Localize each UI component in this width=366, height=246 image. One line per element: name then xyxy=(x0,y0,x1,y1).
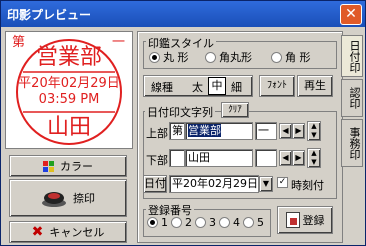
stamp-preview: 第 一 営業部 平20年02月29日 03:59 PM 山田 xyxy=(5,31,133,149)
reg-1-radio[interactable]: 1 xyxy=(147,216,168,229)
time-checkbox[interactable]: ✓ xyxy=(277,177,288,188)
reg-2-radio[interactable]: 2 xyxy=(171,216,192,229)
font-button[interactable]: ﾌｫﾝﾄ xyxy=(259,75,295,97)
stamp-button[interactable]: 捺印 xyxy=(9,179,127,217)
upper-text-field[interactable]: 営業部 xyxy=(185,122,253,140)
stamp-bottom-text: 山田 xyxy=(47,115,91,140)
radio-dot xyxy=(243,217,254,228)
radio-dot xyxy=(149,51,160,63)
stamp-time: 03:59 PM xyxy=(39,92,100,107)
cancel-button-label: キャンセル xyxy=(49,226,105,239)
stamp-top-text: 営業部 xyxy=(36,45,102,70)
stamp-image: 第 一 営業部 平20年02月29日 03:59 PM 山田 xyxy=(12,35,125,145)
stamp-top-left: 第 xyxy=(12,35,25,50)
clear-button[interactable]: ｸﾘｱ xyxy=(221,102,249,118)
register-button[interactable]: 登録 xyxy=(277,206,333,234)
register-icon xyxy=(285,212,300,228)
reg-4-radio[interactable]: 4 xyxy=(219,216,240,229)
lower-prefix-field[interactable] xyxy=(169,149,185,167)
tab-date-stamp[interactable]: 日付印 xyxy=(341,35,363,77)
lower-spinner[interactable]: ▲ ▼ xyxy=(307,148,321,168)
close-button[interactable]: ✕ xyxy=(340,4,362,25)
shape-round-radio[interactable]: 丸 形 xyxy=(149,49,189,65)
line-type-medium[interactable]: 中 xyxy=(208,77,226,95)
color-button[interactable]: カラー xyxy=(9,155,127,177)
time-checkbox-label: 時刻付 xyxy=(291,179,324,192)
upper-suffix-field[interactable]: 一 xyxy=(255,122,277,140)
upper-text-value: 営業部 xyxy=(188,124,221,137)
line-type-label: 線種 xyxy=(151,81,173,94)
reg-3-radio[interactable]: 3 xyxy=(195,216,216,229)
lower-suffix-field[interactable] xyxy=(255,149,277,167)
line-type-thin[interactable]: 細 xyxy=(231,79,242,95)
tab-approval-stamp[interactable]: 認印 xyxy=(341,79,363,117)
cancel-button[interactable]: ✖ キャンセル xyxy=(9,221,127,243)
reg-5-radio[interactable]: 5 xyxy=(243,216,264,229)
stamp-button-label: 捺印 xyxy=(73,192,95,205)
radio-dot xyxy=(171,217,182,228)
upper-prefix-field[interactable]: 第 xyxy=(169,122,185,140)
x-icon: ✖ xyxy=(31,224,44,240)
stamp-pad-icon xyxy=(42,192,66,207)
radio-dot xyxy=(271,51,282,63)
stamp-preview-window: 印影プレビュー ✕ 第 一 営業部 平20年02月29日 03:59 PM 山田… xyxy=(0,0,366,246)
title-bar: 印影プレビュー ✕ xyxy=(1,1,365,27)
date-text-group-title: 日付印文字列 xyxy=(145,104,215,120)
radio-dot xyxy=(219,217,230,228)
replay-button[interactable]: 再生 xyxy=(297,75,333,97)
upper-left-arrow-icon[interactable]: ◀ xyxy=(279,123,292,139)
lower-left-arrow-icon[interactable]: ◀ xyxy=(279,150,292,166)
date-select[interactable]: 平20年02月29日 xyxy=(169,175,259,193)
lower-right-arrow-icon[interactable]: ▶ xyxy=(292,150,305,166)
lower-label: 下部 xyxy=(146,154,168,167)
radio-dot xyxy=(205,51,216,63)
stamp-top-right: 一 xyxy=(112,35,125,50)
shape-square-radio[interactable]: 角 形 xyxy=(271,49,311,65)
register-button-label: 登録 xyxy=(302,214,325,227)
date-dropdown-icon[interactable]: ▼ xyxy=(259,176,273,192)
upper-right-arrow-icon[interactable]: ▶ xyxy=(292,123,305,139)
lower-text-field[interactable]: 山田 xyxy=(185,149,253,167)
upper-label: 上部 xyxy=(146,127,168,140)
color-palette-icon xyxy=(43,160,54,172)
shape-rounded-square-radio[interactable]: 角丸形 xyxy=(205,49,252,65)
date-button[interactable]: 日付 xyxy=(143,175,167,193)
upper-spinner[interactable]: ▲ ▼ xyxy=(307,121,321,141)
window-title: 印影プレビュー xyxy=(7,8,92,22)
line-type-thick[interactable]: 太 xyxy=(192,79,203,95)
stamp-date: 平20年02月29日 xyxy=(18,76,120,91)
radio-dot xyxy=(147,217,158,228)
tab-office-stamp[interactable]: 事務印 xyxy=(341,119,363,167)
radio-dot xyxy=(195,217,206,228)
color-button-label: カラー xyxy=(60,160,93,173)
